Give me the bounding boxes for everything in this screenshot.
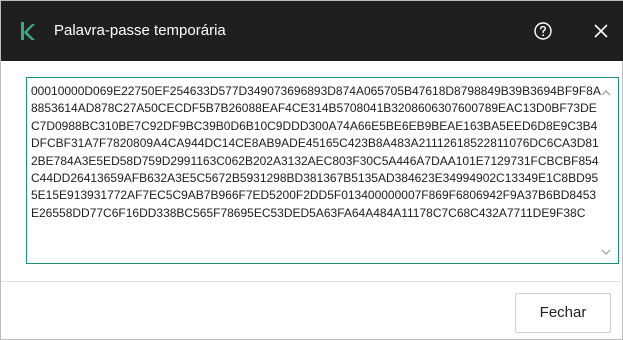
close-x-icon[interactable] [593, 23, 609, 39]
password-textarea[interactable]: 00010000D069E22750EF254633D577D349073696… [26, 77, 619, 264]
close-button[interactable]: Fechar [515, 293, 611, 333]
footer-divider [1, 281, 623, 282]
temporary-password-value[interactable]: 00010000D069E22750EF254633D577D349073696… [31, 83, 603, 259]
kaspersky-k-icon [21, 22, 35, 40]
question-circle-icon[interactable] [533, 21, 553, 41]
dialog-title: Palavra-passe temporária [54, 22, 226, 39]
title-bar: Palavra-passe temporária [1, 1, 623, 61]
scroll-up-chevron-icon[interactable] [601, 90, 611, 96]
scroll-down-chevron-icon[interactable] [601, 249, 611, 255]
temporary-password-dialog: Palavra-passe temporária 00010000D069E22… [0, 0, 623, 340]
